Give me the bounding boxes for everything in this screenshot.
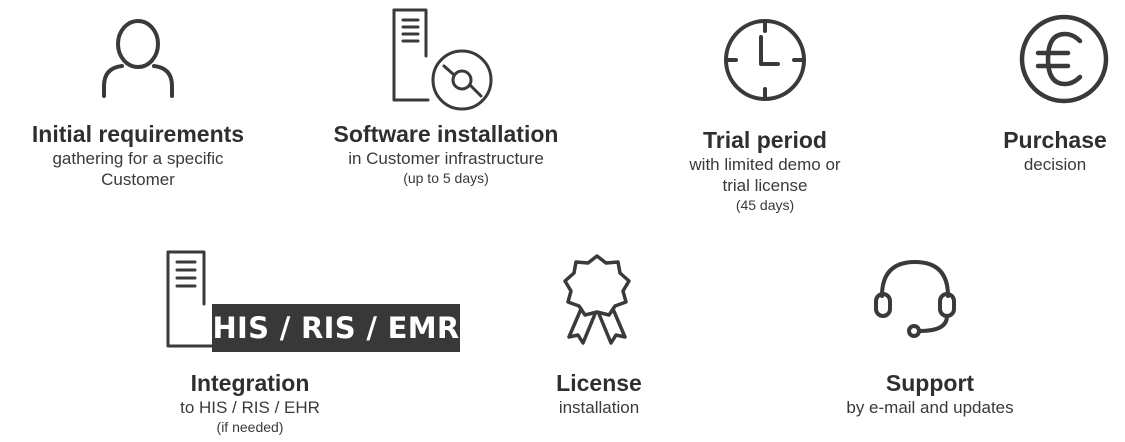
award-ribbon-icon bbox=[561, 252, 633, 346]
step-description: to HIS / RIS / EHR bbox=[180, 398, 320, 417]
step-description: installation bbox=[558, 398, 640, 417]
clock-icon bbox=[722, 17, 808, 103]
step-title: Trial period bbox=[703, 127, 827, 153]
step-description: by e-mail and updates bbox=[846, 398, 1014, 417]
step-note: (up to 5 days) bbox=[403, 170, 489, 186]
server-icon bbox=[160, 250, 214, 350]
step-description: decision bbox=[1023, 155, 1087, 174]
step-license: License installation bbox=[520, 370, 678, 418]
step-note: (45 days) bbox=[735, 197, 795, 213]
step-trial-period: Trial period with limited demo or trial … bbox=[640, 127, 890, 214]
server-disc-icon bbox=[386, 8, 496, 114]
step-software-installation: Software installation in Customer infras… bbox=[296, 121, 596, 187]
step-description-2: Customer bbox=[101, 170, 175, 189]
user-icon bbox=[98, 18, 178, 100]
step-description: with limited demo or bbox=[689, 155, 841, 174]
euro-icon bbox=[1018, 13, 1110, 105]
step-title: Initial requirements bbox=[31, 121, 245, 147]
his-ris-emr-badge: HIS / RIS / EMR bbox=[212, 304, 460, 352]
step-description: gathering for a specific bbox=[52, 149, 224, 168]
headset-icon bbox=[870, 256, 960, 340]
step-title: Support bbox=[885, 370, 975, 396]
step-note: (if needed) bbox=[216, 419, 284, 435]
step-title: Integration bbox=[190, 370, 310, 396]
step-initial-requirements: Initial requirements gathering for a spe… bbox=[0, 121, 276, 190]
step-integration: Integration to HIS / RIS / EHR (if neede… bbox=[130, 370, 370, 436]
step-title: License bbox=[556, 370, 642, 396]
step-description: in Customer infrastructure bbox=[348, 149, 544, 168]
step-support: Support by e-mail and updates bbox=[795, 370, 1065, 418]
step-title: Purchase bbox=[1003, 127, 1107, 153]
step-purchase: Purchase decision bbox=[985, 127, 1125, 175]
step-title: Software installation bbox=[333, 121, 559, 147]
step-description-2: trial license bbox=[722, 176, 808, 195]
